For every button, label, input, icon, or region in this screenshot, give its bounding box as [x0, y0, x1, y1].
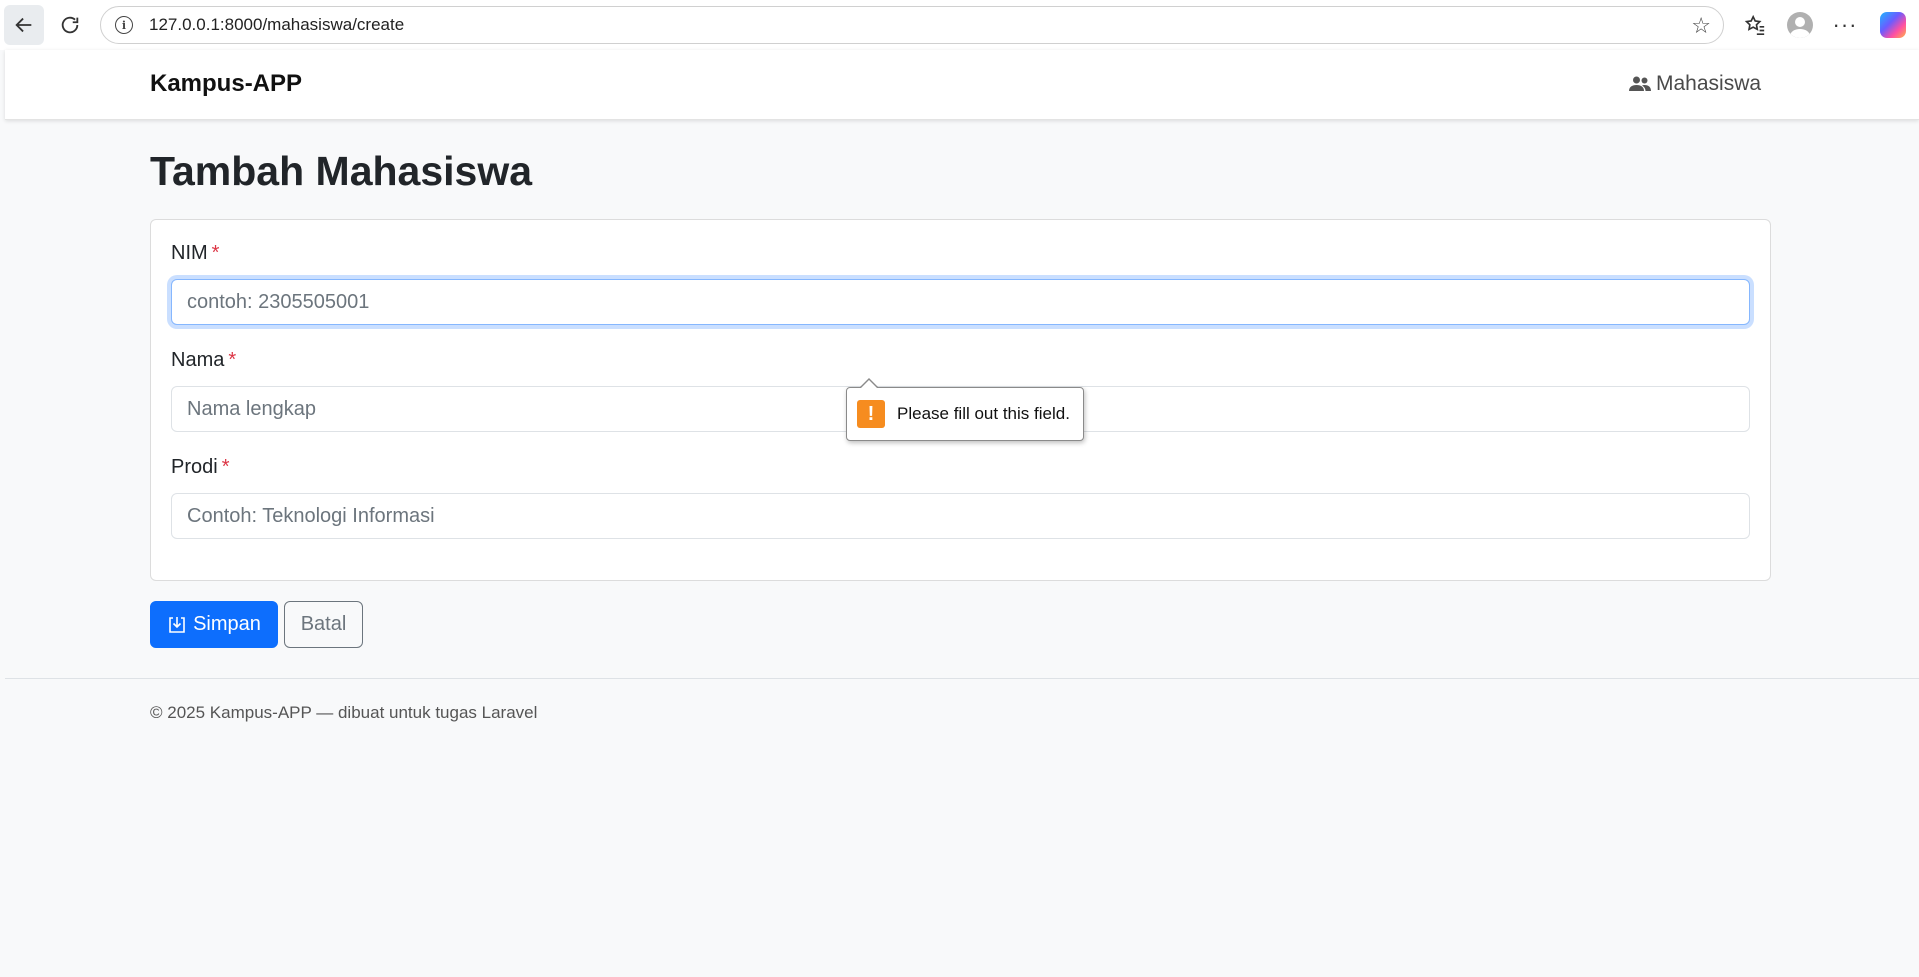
arrow-left-icon [15, 17, 32, 33]
browser-toolbar: i 127.0.0.1:8000/mahasiswa/create ☆ ··· [0, 0, 1919, 50]
nim-label-text: NIM [171, 242, 208, 264]
validation-message: Please fill out this field. [897, 404, 1070, 423]
nama-label: Nama * [171, 349, 236, 372]
warning-icon: ! [857, 400, 885, 428]
validation-tooltip: ! Please fill out this field. [846, 378, 1084, 441]
required-mark: * [228, 349, 237, 371]
cancel-button[interactable]: Batal [284, 601, 363, 648]
nav-link-label: Mahasiswa [1656, 72, 1762, 95]
prodi-label: Prodi * [171, 456, 230, 479]
address-bar[interactable]: i 127.0.0.1:8000/mahasiswa/create ☆ [100, 6, 1724, 44]
download-icon [169, 616, 185, 633]
nama-label-text: Nama [171, 349, 225, 371]
prodi-label-text: Prodi [171, 456, 218, 478]
page-title: Tambah Mahasiswa [150, 148, 533, 194]
info-icon[interactable]: i [115, 16, 133, 34]
save-button[interactable]: Simpan [150, 601, 278, 648]
users-icon [1629, 76, 1651, 91]
profile-button[interactable] [1780, 5, 1820, 45]
nim-label: NIM * [171, 242, 219, 265]
copilot-icon [1880, 12, 1906, 38]
reload-button[interactable] [50, 5, 90, 45]
prodi-input[interactable] [171, 493, 1750, 539]
favorites-icon [1744, 14, 1765, 35]
nim-input[interactable] [171, 279, 1750, 325]
address-url[interactable]: 127.0.0.1:8000/mahasiswa/create [149, 15, 404, 35]
more-icon: ··· [1832, 12, 1858, 37]
required-mark: * [221, 456, 230, 478]
profile-icon [1787, 12, 1813, 38]
nav-link-mahasiswa[interactable]: Mahasiswa [1629, 72, 1761, 96]
footer-divider [5, 678, 1919, 679]
save-button-label: Simpan [193, 613, 261, 635]
more-button[interactable]: ··· [1825, 5, 1865, 45]
required-mark: * [211, 242, 220, 264]
back-button[interactable] [4, 5, 44, 45]
page-content: Kampus-APP Mahasiswa Tambah Mahasiswa NI… [5, 50, 1919, 977]
navbar: Kampus-APP Mahasiswa [5, 50, 1919, 120]
copilot-button[interactable] [1873, 5, 1913, 45]
reload-icon [61, 16, 79, 34]
favorites-button[interactable] [1735, 5, 1775, 45]
brand-link[interactable]: Kampus-APP [150, 70, 302, 98]
star-icon[interactable]: ☆ [1691, 13, 1711, 39]
footer-text: © 2025 Kampus-APP — dibuat untuk tugas L… [150, 703, 538, 722]
